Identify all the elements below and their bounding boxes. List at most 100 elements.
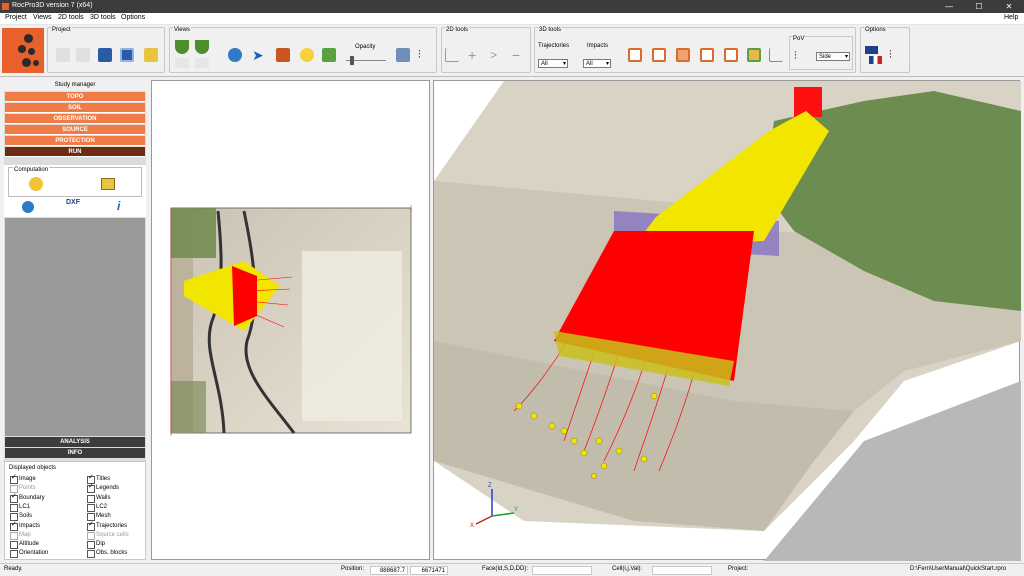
checkbox-dip[interactable]: Dip: [87, 540, 105, 550]
checkbox-orientation[interactable]: Orientation: [10, 549, 48, 559]
status-ready: Ready.: [4, 566, 23, 572]
cube-textured-icon[interactable]: [747, 48, 761, 62]
study-manager-empty-area: [5, 218, 145, 436]
reload-icon[interactable]: [22, 201, 34, 213]
maximize-button[interactable]: ☐: [964, 0, 994, 13]
save-icon[interactable]: [98, 48, 112, 62]
cube-back-icon[interactable]: [700, 48, 714, 62]
impacts-select[interactable]: All: [583, 59, 611, 68]
map-2d-canvas[interactable]: [152, 81, 431, 561]
checkbox-mesh[interactable]: Mesh: [87, 512, 111, 522]
view-chart-icon[interactable]: [195, 58, 209, 68]
axis-y-label: Y: [514, 507, 518, 513]
title-bar: RocPro3D version 7 (x64) — ☐ ✕: [0, 0, 1024, 13]
source-button[interactable]: SOURCE: [5, 125, 145, 135]
view-2d-icon[interactable]: [175, 40, 189, 54]
options-settings-icon[interactable]: ⫶: [889, 48, 903, 62]
checkbox-lc2[interactable]: LC2: [87, 503, 107, 512]
menu-views[interactable]: Views: [33, 14, 52, 21]
checkbox-boundary[interactable]: Boundary: [10, 493, 45, 503]
light-icon[interactable]: [300, 48, 314, 62]
menu-2d-tools[interactable]: 2D tools: [58, 14, 84, 21]
settings-sliders-icon[interactable]: ⫶: [418, 48, 432, 62]
menu-options[interactable]: Options: [121, 14, 145, 21]
opacity-slider-thumb[interactable]: [350, 56, 354, 65]
status-bar: Ready. Position: 888687.7 6671471 Face(I…: [0, 563, 1024, 576]
texture-icon[interactable]: [322, 48, 336, 62]
minimize-button[interactable]: —: [934, 0, 964, 13]
computation-panel: Computation DXF i: [4, 165, 146, 217]
new-project-icon[interactable]: [56, 48, 70, 62]
trajectory-zone: [232, 266, 257, 326]
menu-3d-tools[interactable]: 3D tools: [90, 14, 116, 21]
open-folder-icon[interactable]: [144, 48, 158, 62]
calculator-icon[interactable]: [101, 178, 115, 190]
axis-x-label: X: [470, 523, 474, 529]
checkbox-obs-blocks[interactable]: Obs. blocks: [87, 549, 127, 559]
menu-bar: Project Views 2D tools 3D tools Options …: [0, 13, 1024, 25]
map-2d-view[interactable]: [151, 80, 430, 560]
tools2d-group: 2D tools + > −: [441, 27, 531, 73]
observation-button[interactable]: OBSERVATION: [5, 114, 145, 124]
checkbox-lc1[interactable]: LC1: [10, 503, 30, 512]
trajectories-select[interactable]: All: [538, 59, 568, 68]
analysis-button[interactable]: ANALYSIS: [5, 437, 145, 447]
french-flag-icon[interactable]: [869, 56, 882, 64]
checkbox-map: Map: [10, 531, 31, 540]
toolbar: Project Views ➤ Opacity ⫶ 2D tools + > −…: [0, 25, 1024, 77]
undo-icon[interactable]: [76, 48, 90, 62]
position-label: Position:: [341, 566, 365, 572]
project-group: Project: [47, 27, 165, 73]
dxf-export-icon[interactable]: DXF: [66, 199, 80, 206]
cube-left-icon[interactable]: [652, 48, 666, 62]
project-label: Project:: [728, 566, 749, 572]
topo-button[interactable]: TOPO: [5, 92, 145, 102]
cube-top-icon[interactable]: [724, 48, 738, 62]
checkbox-titles[interactable]: Titles: [87, 474, 110, 484]
axis-view-icon[interactable]: [769, 48, 783, 62]
view-profile-icon[interactable]: [175, 58, 189, 68]
pov-label: PoV: [793, 36, 805, 42]
window-title: RocPro3D version 7 (x64): [12, 2, 93, 9]
save-as-icon[interactable]: [120, 48, 134, 62]
position-x-value: 888687.7: [370, 566, 408, 575]
checkbox-legends[interactable]: Legends: [87, 483, 119, 494]
trajectories-label: Trajectories: [538, 43, 570, 49]
face-value: [532, 566, 592, 575]
pov-select[interactable]: Side: [816, 52, 850, 61]
add-icon[interactable]: +: [468, 48, 482, 62]
lock-icon[interactable]: [276, 48, 290, 62]
view-3d-icon[interactable]: [195, 40, 209, 54]
compute-settings-icon[interactable]: [29, 177, 43, 191]
close-button[interactable]: ✕: [994, 0, 1024, 13]
checkbox-image[interactable]: Image: [10, 474, 36, 484]
soil-button[interactable]: SOIL: [5, 103, 145, 113]
cube-right-icon[interactable]: [676, 48, 690, 62]
info-button[interactable]: INFO: [5, 448, 145, 458]
computation-label: Computation: [13, 167, 50, 173]
checkbox-walls[interactable]: Walls: [87, 494, 110, 503]
options-group: Options ⫶: [860, 27, 910, 73]
pointer-icon[interactable]: ➤: [252, 48, 266, 62]
terrain-3d-view[interactable]: Z X Y: [433, 80, 1021, 561]
menu-project[interactable]: Project: [5, 14, 27, 21]
checkbox-trajectories[interactable]: Trajectories: [87, 521, 127, 531]
pov-group: PoV ⫶ Side: [789, 36, 853, 70]
protection-button[interactable]: PROTECTION: [5, 136, 145, 146]
run-button[interactable]: RUN: [5, 147, 145, 157]
profile-tool-icon[interactable]: [445, 48, 459, 62]
checkbox-altitude[interactable]: Altitude: [10, 540, 39, 550]
remove-icon[interactable]: −: [512, 48, 526, 62]
info-icon[interactable]: i: [117, 199, 120, 213]
english-flag-icon[interactable]: [865, 46, 878, 54]
checkbox-impacts[interactable]: Impacts: [10, 521, 40, 531]
app-icon: [2, 28, 44, 73]
cube-front-icon[interactable]: [628, 48, 642, 62]
pov-settings-icon[interactable]: ⫶: [794, 49, 808, 63]
checkbox-soils[interactable]: Soils: [10, 512, 32, 522]
print-icon[interactable]: [396, 48, 410, 62]
refresh-icon[interactable]: [228, 48, 242, 62]
terrain-3d-canvas[interactable]: Z X Y: [434, 81, 1021, 561]
menu-help[interactable]: Help: [1004, 14, 1018, 21]
redirect-icon[interactable]: >: [490, 48, 504, 62]
